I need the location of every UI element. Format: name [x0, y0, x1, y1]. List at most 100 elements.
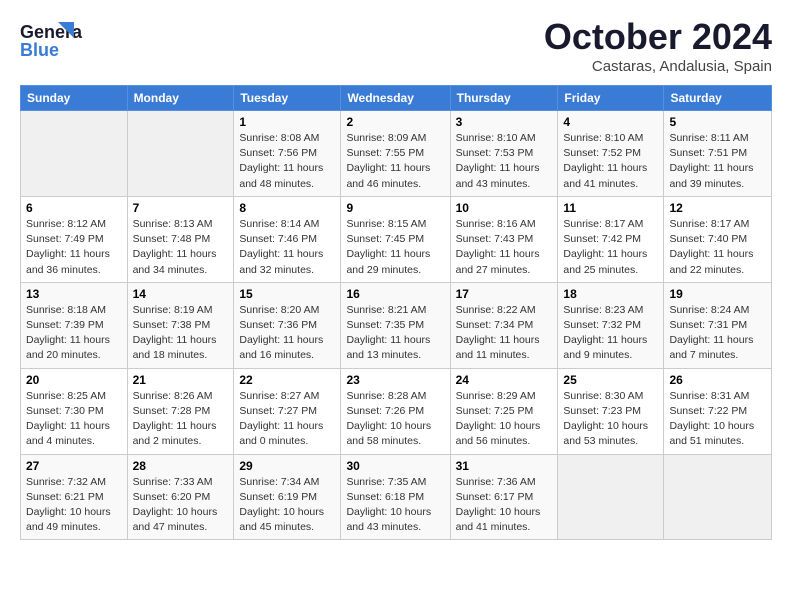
day-detail: Sunrise: 8:30 AMSunset: 7:23 PMDaylight:…: [563, 389, 658, 450]
weekday-header-row: SundayMondayTuesdayWednesdayThursdayFrid…: [21, 86, 772, 111]
day-detail: Sunrise: 8:25 AMSunset: 7:30 PMDaylight:…: [26, 389, 122, 450]
calendar-cell: 3Sunrise: 8:10 AMSunset: 7:53 PMDaylight…: [450, 111, 558, 197]
day-number: 21: [133, 373, 229, 387]
weekday-header-monday: Monday: [127, 86, 234, 111]
day-number: 15: [239, 287, 335, 301]
title-block: October 2024 Castaras, Andalusia, Spain: [544, 16, 772, 75]
day-detail: Sunrise: 8:10 AMSunset: 7:52 PMDaylight:…: [563, 131, 658, 192]
calendar-cell: 6 Sunrise: 8:12 AMSunset: 7:49 PMDaylight…: [21, 196, 128, 282]
calendar-table: SundayMondayTuesdayWednesdayThursdayFrid…: [20, 85, 772, 540]
day-number: 18: [563, 287, 658, 301]
calendar-cell: 28 Sunrise: 7:33 AMSunset: 6:20 PMDayligh…: [127, 454, 234, 540]
weekday-header-thursday: Thursday: [450, 86, 558, 111]
calendar-cell: 24 Sunrise: 8:29 AMSunset: 7:25 PMDayligh…: [450, 368, 558, 454]
day-number: 17: [456, 287, 553, 301]
day-detail: Sunrise: 8:18 AMSunset: 7:39 PMDaylight:…: [26, 303, 122, 364]
day-detail: Sunrise: 8:16 AMSunset: 7:43 PMDaylight:…: [456, 217, 553, 278]
calendar-cell: 19 Sunrise: 8:24 AMSunset: 7:31 PMDayligh…: [664, 282, 772, 368]
day-detail: Sunrise: 8:19 AMSunset: 7:38 PMDaylight:…: [133, 303, 229, 364]
day-number: 16: [346, 287, 444, 301]
calendar-cell: 17 Sunrise: 8:22 AMSunset: 7:34 PMDayligh…: [450, 282, 558, 368]
weekday-header-tuesday: Tuesday: [234, 86, 341, 111]
day-detail: Sunrise: 8:22 AMSunset: 7:34 PMDaylight:…: [456, 303, 553, 364]
calendar-cell: 1 Sunrise: 8:08 AMSunset: 7:56 PMDaylight…: [234, 111, 341, 197]
day-detail: Sunrise: 8:14 AMSunset: 7:46 PMDaylight:…: [239, 217, 335, 278]
day-number: 4: [563, 115, 658, 129]
day-number: 19: [669, 287, 766, 301]
logo-icon: General Blue: [20, 16, 82, 64]
calendar-cell: 23 Sunrise: 8:28 AMSunset: 7:26 PMDayligh…: [341, 368, 450, 454]
day-detail: Sunrise: 8:26 AMSunset: 7:28 PMDaylight:…: [133, 389, 229, 450]
calendar-cell: 2 Sunrise: 8:09 AMSunset: 7:55 PMDaylight…: [341, 111, 450, 197]
logo: General Blue: [20, 16, 82, 64]
day-detail: Sunrise: 8:08 AMSunset: 7:56 PMDaylight:…: [239, 131, 335, 192]
day-detail: Sunrise: 7:36 AMSunset: 6:17 PMDaylight:…: [456, 475, 553, 536]
header: General Blue October 2024 Castaras, Anda…: [20, 16, 772, 75]
day-detail: Sunrise: 8:11 AMSunset: 7:51 PMDaylight:…: [669, 131, 766, 192]
week-row-1: 1 Sunrise: 8:08 AMSunset: 7:56 PMDaylight…: [21, 111, 772, 197]
day-number: 26: [669, 373, 766, 387]
day-number: 1: [239, 115, 335, 129]
day-number: 22: [239, 373, 335, 387]
day-detail: Sunrise: 8:23 AMSunset: 7:32 PMDaylight:…: [563, 303, 658, 364]
calendar-cell: 12Sunrise: 8:17 AMSunset: 7:40 PMDayligh…: [664, 196, 772, 282]
day-number: 3: [456, 115, 553, 129]
week-row-3: 13 Sunrise: 8:18 AMSunset: 7:39 PMDayligh…: [21, 282, 772, 368]
calendar-cell: 14 Sunrise: 8:19 AMSunset: 7:38 PMDayligh…: [127, 282, 234, 368]
day-detail: Sunrise: 8:15 AMSunset: 7:45 PMDaylight:…: [346, 217, 444, 278]
day-detail: Sunrise: 8:28 AMSunset: 7:26 PMDaylight:…: [346, 389, 444, 450]
calendar-cell: 25 Sunrise: 8:30 AMSunset: 7:23 PMDayligh…: [558, 368, 664, 454]
day-number: 20: [26, 373, 122, 387]
calendar-cell: 7Sunrise: 8:13 AMSunset: 7:48 PMDaylight…: [127, 196, 234, 282]
day-number: 8: [239, 201, 335, 215]
day-number: 24: [456, 373, 553, 387]
day-detail: Sunrise: 8:31 AMSunset: 7:22 PMDaylight:…: [669, 389, 766, 450]
calendar-cell: 20 Sunrise: 8:25 AMSunset: 7:30 PMDayligh…: [21, 368, 128, 454]
day-number: 30: [346, 459, 444, 473]
day-detail: Sunrise: 8:17 AMSunset: 7:40 PMDaylight:…: [669, 217, 766, 278]
page: General Blue October 2024 Castaras, Anda…: [0, 0, 792, 612]
calendar-cell: 16Sunrise: 8:21 AMSunset: 7:35 PMDayligh…: [341, 282, 450, 368]
calendar-cell: 8 Sunrise: 8:14 AMSunset: 7:46 PMDaylight…: [234, 196, 341, 282]
calendar-cell: 4 Sunrise: 8:10 AMSunset: 7:52 PMDaylight…: [558, 111, 664, 197]
day-number: 6: [26, 201, 122, 215]
calendar-cell: 11Sunrise: 8:17 AMSunset: 7:42 PMDayligh…: [558, 196, 664, 282]
week-row-4: 20 Sunrise: 8:25 AMSunset: 7:30 PMDayligh…: [21, 368, 772, 454]
calendar-cell: [127, 111, 234, 197]
day-number: 14: [133, 287, 229, 301]
day-number: 25: [563, 373, 658, 387]
day-number: 10: [456, 201, 553, 215]
calendar-cell: 13 Sunrise: 8:18 AMSunset: 7:39 PMDayligh…: [21, 282, 128, 368]
day-number: 31: [456, 459, 553, 473]
day-detail: Sunrise: 8:29 AMSunset: 7:25 PMDaylight:…: [456, 389, 553, 450]
day-detail: Sunrise: 7:33 AMSunset: 6:20 PMDaylight:…: [133, 475, 229, 536]
calendar-cell: [664, 454, 772, 540]
day-number: 28: [133, 459, 229, 473]
day-detail: Sunrise: 8:24 AMSunset: 7:31 PMDaylight:…: [669, 303, 766, 364]
day-detail: Sunrise: 7:34 AMSunset: 6:19 PMDaylight:…: [239, 475, 335, 536]
calendar-cell: 26 Sunrise: 8:31 AMSunset: 7:22 PMDayligh…: [664, 368, 772, 454]
calendar-cell: 18 Sunrise: 8:23 AMSunset: 7:32 PMDayligh…: [558, 282, 664, 368]
day-number: 11: [563, 201, 658, 215]
day-detail: Sunrise: 8:12 AMSunset: 7:49 PMDaylight:…: [26, 217, 122, 278]
day-number: 13: [26, 287, 122, 301]
day-detail: Sunrise: 8:09 AMSunset: 7:55 PMDaylight:…: [346, 131, 444, 192]
calendar-cell: 15Sunrise: 8:20 AMSunset: 7:36 PMDayligh…: [234, 282, 341, 368]
day-number: 27: [26, 459, 122, 473]
calendar-cell: 21 Sunrise: 8:26 AMSunset: 7:28 PMDayligh…: [127, 368, 234, 454]
calendar-cell: 10 Sunrise: 8:16 AMSunset: 7:43 PMDayligh…: [450, 196, 558, 282]
day-detail: Sunrise: 7:32 AMSunset: 6:21 PMDaylight:…: [26, 475, 122, 536]
weekday-header-wednesday: Wednesday: [341, 86, 450, 111]
calendar-cell: 9Sunrise: 8:15 AMSunset: 7:45 PMDaylight…: [341, 196, 450, 282]
week-row-2: 6 Sunrise: 8:12 AMSunset: 7:49 PMDaylight…: [21, 196, 772, 282]
calendar-location: Castaras, Andalusia, Spain: [544, 58, 772, 75]
week-row-5: 27 Sunrise: 7:32 AMSunset: 6:21 PMDayligh…: [21, 454, 772, 540]
calendar-cell: 29Sunrise: 7:34 AMSunset: 6:19 PMDayligh…: [234, 454, 341, 540]
day-detail: Sunrise: 8:13 AMSunset: 7:48 PMDaylight:…: [133, 217, 229, 278]
day-number: 2: [346, 115, 444, 129]
calendar-title: October 2024: [544, 16, 772, 58]
calendar-cell: 30Sunrise: 7:35 AMSunset: 6:18 PMDayligh…: [341, 454, 450, 540]
day-number: 23: [346, 373, 444, 387]
weekday-header-saturday: Saturday: [664, 86, 772, 111]
day-detail: Sunrise: 8:27 AMSunset: 7:27 PMDaylight:…: [239, 389, 335, 450]
